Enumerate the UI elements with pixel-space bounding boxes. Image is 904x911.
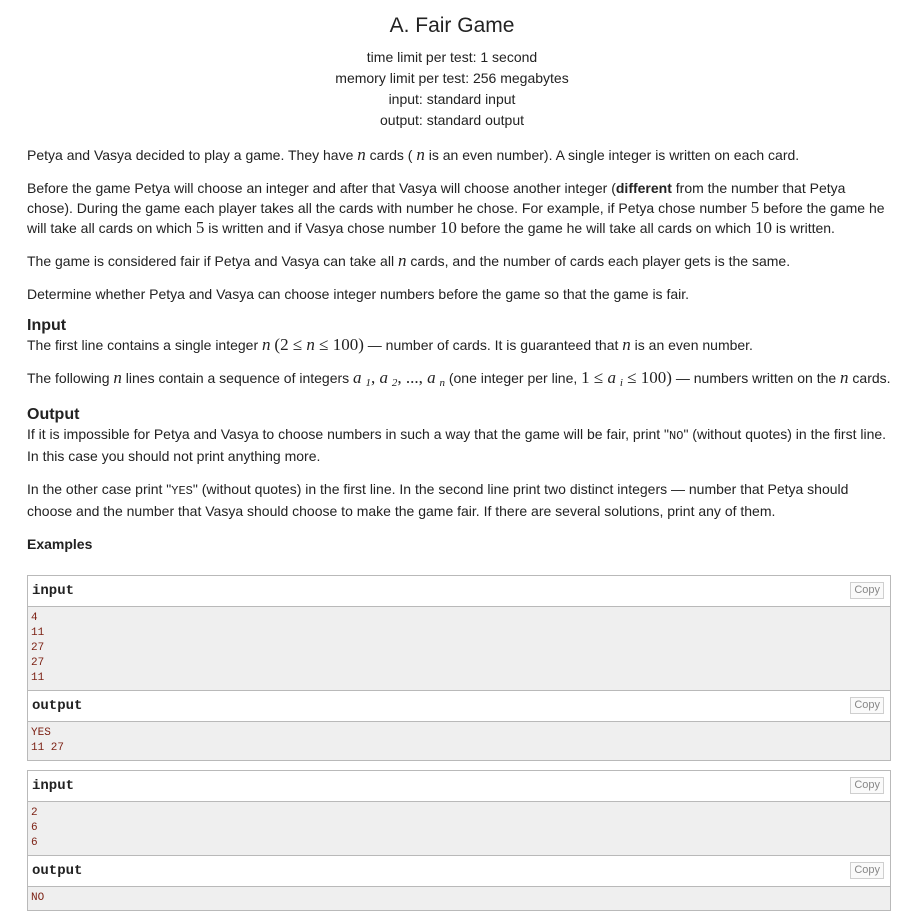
text: — number of cards. It is guaranteed that [363,337,623,353]
time-limit: time limit per test: 1 second [366,49,538,65]
text: is an even number. [630,337,753,353]
output-line: 11 27 [31,742,65,754]
text: The first line contains a single integer [27,337,263,353]
text: Before the game Petya will choose an int… [27,180,616,196]
math-n: n [416,145,425,164]
example-1-input: 4 11 27 27 11 [28,607,890,690]
text: (one integer per line, [444,370,582,386]
code-no: NO [669,429,684,443]
math-a: a [379,368,388,387]
text: cards, and the number of cards each play… [406,253,791,269]
math-n: n [357,145,366,164]
math-n: n [113,368,122,387]
math-n: n [840,368,849,387]
example-1: input Copy 4 11 27 27 11 output Copy YES… [27,575,891,761]
text: The following [27,370,114,386]
output-spec: output: standard output [380,112,524,128]
copy-button[interactable]: Copy [850,777,884,794]
code-yes: YES [171,484,193,498]
problem-statement: Petya and Vasya decided to play a game. … [27,145,892,558]
input-line: 27 [31,657,45,669]
statement-paragraph-1: Petya and Vasya decided to play a game. … [27,145,892,165]
statement-paragraph-2: Before the game Petya will choose an int… [27,178,892,238]
copy-button[interactable]: Copy [850,862,884,879]
output-paragraph-1: If it is impossible for Petya and Vasya … [27,424,892,466]
input-line: 6 [31,837,38,849]
input-label: input [32,778,75,794]
output-line: YES [31,727,51,739]
copy-button[interactable]: Copy [850,582,884,599]
text: is an even number). A single integer is … [424,147,800,163]
example-2-input: 2 6 6 [28,802,890,855]
example-2-output-header: output Copy [28,855,890,887]
problem-header: A. Fair Game time limit per test: 1 seco… [0,0,904,131]
math-five: 5 [750,198,760,217]
text: is written. [771,220,835,236]
input-line: 2 [31,807,38,819]
bold-different: different [615,180,672,196]
math-n: n [262,335,271,354]
examples-heading: Examples [27,536,93,552]
output-label: output [32,863,83,879]
input-paragraph-2: The following n lines contain a sequence… [27,368,892,393]
text: Petya and Vasya decided to play a game. … [27,147,358,163]
problem-title: A. Fair Game [389,14,515,37]
output-label: output [32,698,83,714]
output-line: NO [31,892,45,904]
text: If it is impossible for Petya and Vasya … [27,426,670,442]
statement-paragraph-4: Determine whether Petya and Vasya can ch… [27,286,690,302]
math-dots: , ..., [397,368,428,387]
math-ai-close: ≤ 100) [622,368,672,387]
math-a: a [427,368,436,387]
text: In the other case print " [27,481,172,497]
example-1-input-header: input Copy [28,576,890,607]
example-2-input-header: input Copy [28,771,890,802]
input-line: 11 [31,627,45,639]
input-line: 6 [31,822,38,834]
problem-page: A. Fair Game time limit per test: 1 seco… [0,0,904,911]
math-ten: 10 [754,218,772,237]
text: lines contain a sequence of integers [121,370,354,386]
input-heading: Input [27,317,67,334]
input-spec: input: standard input [388,91,516,107]
math-range-open: (2 ≤ [274,335,307,354]
text: is written and if Vasya chose number [204,220,440,236]
math-ai-open: 1 ≤ [581,368,608,387]
copy-button[interactable]: Copy [850,697,884,714]
example-1-output-header: output Copy [28,690,890,722]
input-line: 4 [31,612,38,624]
output-paragraph-2: In the other case print "YES" (without q… [27,479,892,521]
memory-limit: memory limit per test: 256 megabytes [335,70,569,86]
math-a: a [607,368,617,387]
input-label: input [32,583,75,599]
math-a: a [353,368,362,387]
math-ten: 10 [439,218,457,237]
output-heading: Output [27,406,80,423]
input-line: 11 [31,672,45,684]
text: — numbers written on the [671,370,841,386]
example-2-output: NO [28,887,890,910]
math-n: n [622,335,631,354]
input-paragraph-1: The first line contains a single integer… [27,335,892,355]
example-2: input Copy 2 6 6 output Copy NO [27,770,891,911]
statement-paragraph-3: The game is considered fair if Petya and… [27,251,892,271]
text: before the game he will take all cards o… [456,220,755,236]
math-n: n [306,335,315,354]
input-line: 27 [31,642,45,654]
math-range-close: ≤ 100) [314,335,364,354]
text: The game is considered fair if Petya and… [27,253,398,269]
example-1-output: YES 11 27 [28,722,890,760]
text: cards ( [365,147,413,163]
text: cards. [848,370,891,386]
